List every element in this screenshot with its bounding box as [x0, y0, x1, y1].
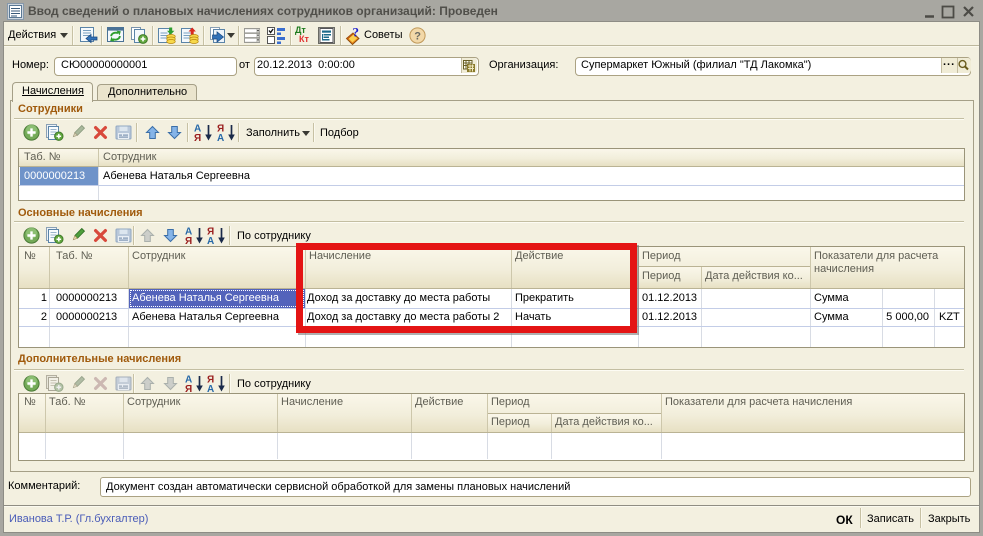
svg-text:А: А	[217, 133, 224, 142]
svg-text:?: ?	[414, 31, 421, 43]
svg-text:Я: Я	[185, 384, 192, 393]
svg-text:А: А	[207, 236, 214, 245]
svg-text:А: А	[207, 384, 214, 393]
svg-text:Я: Я	[194, 133, 201, 142]
svg-text:Я: Я	[185, 236, 192, 245]
svg-text:?: ?	[353, 26, 360, 40]
